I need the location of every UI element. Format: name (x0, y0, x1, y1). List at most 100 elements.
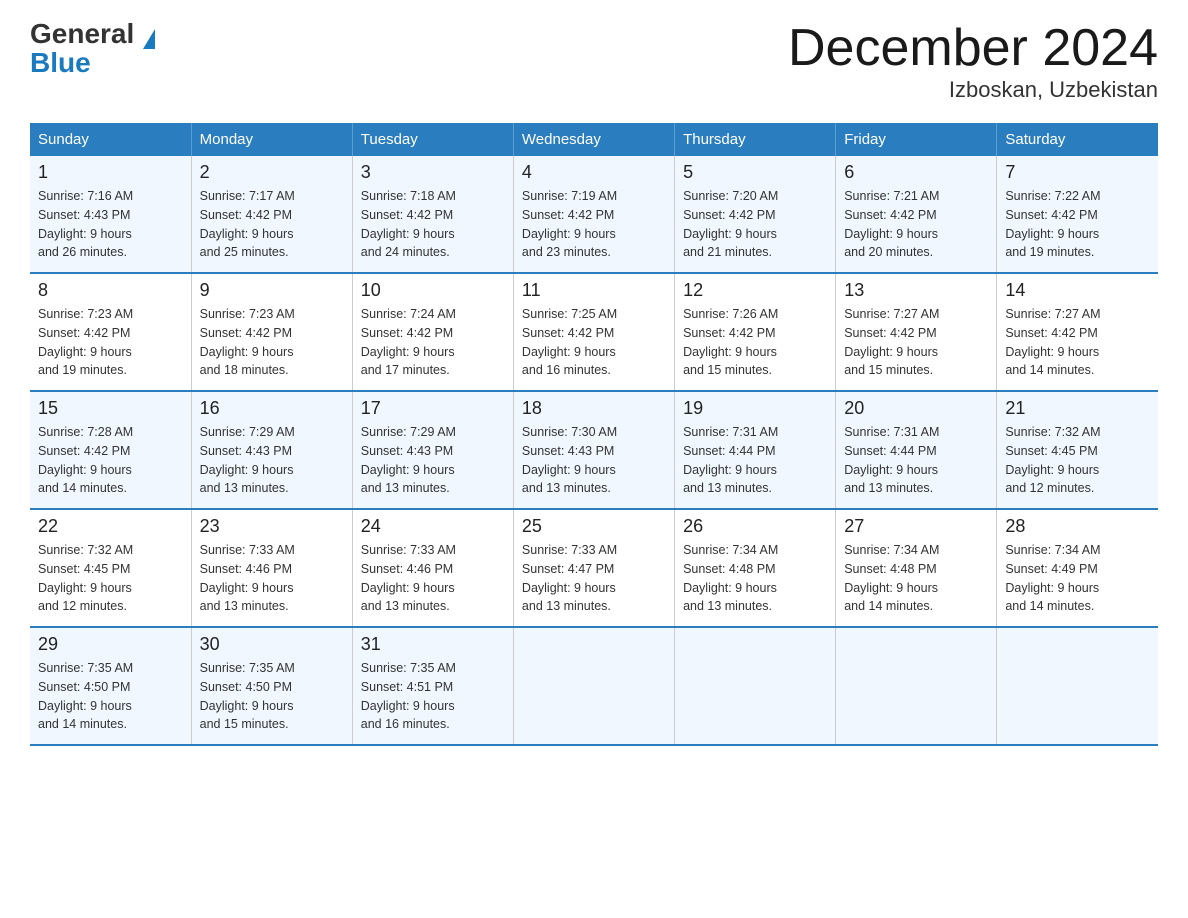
day-number: 27 (844, 516, 988, 537)
day-number: 3 (361, 162, 505, 183)
header-wednesday: Wednesday (513, 123, 674, 156)
day-info: Sunrise: 7:34 AMSunset: 4:48 PMDaylight:… (844, 541, 988, 616)
calendar-body: 1 Sunrise: 7:16 AMSunset: 4:43 PMDaylight… (30, 156, 1158, 745)
calendar-cell (675, 627, 836, 745)
calendar-cell: 25 Sunrise: 7:33 AMSunset: 4:47 PMDayligh… (513, 509, 674, 627)
calendar-cell: 17 Sunrise: 7:29 AMSunset: 4:43 PMDayligh… (352, 391, 513, 509)
day-info: Sunrise: 7:18 AMSunset: 4:42 PMDaylight:… (361, 187, 505, 262)
calendar-cell: 19Sunrise: 7:31 AMSunset: 4:44 PMDayligh… (675, 391, 836, 509)
calendar-cell: 8Sunrise: 7:23 AMSunset: 4:42 PMDaylight… (30, 273, 191, 391)
calendar-cell: 9Sunrise: 7:23 AMSunset: 4:42 PMDaylight… (191, 273, 352, 391)
calendar-cell: 13 Sunrise: 7:27 AMSunset: 4:42 PMDayligh… (836, 273, 997, 391)
calendar-cell (513, 627, 674, 745)
calendar-cell: 2Sunrise: 7:17 AMSunset: 4:42 PMDaylight… (191, 156, 352, 273)
logo-blue-text: Blue (30, 47, 91, 78)
calendar-cell: 24 Sunrise: 7:33 AMSunset: 4:46 PMDayligh… (352, 509, 513, 627)
calendar-cell: 22 Sunrise: 7:32 AMSunset: 4:45 PMDayligh… (30, 509, 191, 627)
calendar-cell: 6 Sunrise: 7:21 AMSunset: 4:42 PMDaylight… (836, 156, 997, 273)
calendar-week-row: 15Sunrise: 7:28 AMSunset: 4:42 PMDayligh… (30, 391, 1158, 509)
day-info: Sunrise: 7:27 AMSunset: 4:42 PMDaylight:… (1005, 305, 1150, 380)
day-info: Sunrise: 7:16 AMSunset: 4:43 PMDaylight:… (38, 187, 183, 262)
calendar-cell: 5 Sunrise: 7:20 AMSunset: 4:42 PMDaylight… (675, 156, 836, 273)
calendar-cell: 14 Sunrise: 7:27 AMSunset: 4:42 PMDayligh… (997, 273, 1158, 391)
header-tuesday: Tuesday (352, 123, 513, 156)
day-info: Sunrise: 7:26 AMSunset: 4:42 PMDaylight:… (683, 305, 827, 380)
page-header: General Blue December 2024 Izboskan, Uzb… (30, 20, 1158, 103)
day-info: Sunrise: 7:29 AMSunset: 4:43 PMDaylight:… (361, 423, 505, 498)
calendar-week-row: 29 Sunrise: 7:35 AMSunset: 4:50 PMDayligh… (30, 627, 1158, 745)
day-number: 10 (361, 280, 505, 301)
header-monday: Monday (191, 123, 352, 156)
header-sunday: Sunday (30, 123, 191, 156)
day-info: Sunrise: 7:24 AMSunset: 4:42 PMDaylight:… (361, 305, 505, 380)
calendar-cell: 28Sunrise: 7:34 AMSunset: 4:49 PMDayligh… (997, 509, 1158, 627)
day-number: 30 (200, 634, 344, 655)
day-number: 28 (1005, 516, 1150, 537)
day-number: 1 (38, 162, 183, 183)
day-number: 17 (361, 398, 505, 419)
day-info: Sunrise: 7:32 AMSunset: 4:45 PMDaylight:… (1005, 423, 1150, 498)
day-info: Sunrise: 7:29 AMSunset: 4:43 PMDaylight:… (200, 423, 344, 498)
header-friday: Friday (836, 123, 997, 156)
calendar-cell: 30 Sunrise: 7:35 AMSunset: 4:50 PMDayligh… (191, 627, 352, 745)
day-number: 23 (200, 516, 344, 537)
calendar-cell: 26 Sunrise: 7:34 AMSunset: 4:48 PMDayligh… (675, 509, 836, 627)
day-number: 29 (38, 634, 183, 655)
day-info: Sunrise: 7:22 AMSunset: 4:42 PMDaylight:… (1005, 187, 1150, 262)
title-area: December 2024 Izboskan, Uzbekistan (788, 20, 1158, 103)
day-info: Sunrise: 7:20 AMSunset: 4:42 PMDaylight:… (683, 187, 827, 262)
day-info: Sunrise: 7:25 AMSunset: 4:42 PMDaylight:… (522, 305, 666, 380)
day-info: Sunrise: 7:28 AMSunset: 4:42 PMDaylight:… (38, 423, 183, 498)
logo-general-text: General (30, 18, 134, 49)
calendar-cell: 4 Sunrise: 7:19 AMSunset: 4:42 PMDaylight… (513, 156, 674, 273)
day-info: Sunrise: 7:32 AMSunset: 4:45 PMDaylight:… (38, 541, 183, 616)
day-number: 26 (683, 516, 827, 537)
day-number: 4 (522, 162, 666, 183)
calendar-header: Sunday Monday Tuesday Wednesday Thursday… (30, 123, 1158, 156)
day-number: 7 (1005, 162, 1150, 183)
month-title: December 2024 (788, 20, 1158, 77)
calendar-cell: 10 Sunrise: 7:24 AMSunset: 4:42 PMDayligh… (352, 273, 513, 391)
day-number: 20 (844, 398, 988, 419)
calendar-cell: 31 Sunrise: 7:35 AMSunset: 4:51 PMDayligh… (352, 627, 513, 745)
location-label: Izboskan, Uzbekistan (788, 77, 1158, 103)
day-info: Sunrise: 7:35 AMSunset: 4:50 PMDaylight:… (200, 659, 344, 734)
day-number: 14 (1005, 280, 1150, 301)
day-number: 13 (844, 280, 988, 301)
day-number: 22 (38, 516, 183, 537)
calendar-week-row: 22 Sunrise: 7:32 AMSunset: 4:45 PMDayligh… (30, 509, 1158, 627)
day-info: Sunrise: 7:31 AMSunset: 4:44 PMDaylight:… (683, 423, 827, 498)
logo-arrow-icon (143, 29, 155, 49)
day-info: Sunrise: 7:17 AMSunset: 4:42 PMDaylight:… (200, 187, 344, 262)
day-number: 8 (38, 280, 183, 301)
day-info: Sunrise: 7:19 AMSunset: 4:42 PMDaylight:… (522, 187, 666, 262)
day-info: Sunrise: 7:33 AMSunset: 4:47 PMDaylight:… (522, 541, 666, 616)
day-number: 16 (200, 398, 344, 419)
day-number: 24 (361, 516, 505, 537)
calendar-week-row: 8Sunrise: 7:23 AMSunset: 4:42 PMDaylight… (30, 273, 1158, 391)
calendar-cell: 18Sunrise: 7:30 AMSunset: 4:43 PMDayligh… (513, 391, 674, 509)
calendar-cell: 21 Sunrise: 7:32 AMSunset: 4:45 PMDayligh… (997, 391, 1158, 509)
calendar-cell: 1 Sunrise: 7:16 AMSunset: 4:43 PMDaylight… (30, 156, 191, 273)
day-info: Sunrise: 7:27 AMSunset: 4:42 PMDaylight:… (844, 305, 988, 380)
header-saturday: Saturday (997, 123, 1158, 156)
day-number: 21 (1005, 398, 1150, 419)
day-info: Sunrise: 7:33 AMSunset: 4:46 PMDaylight:… (361, 541, 505, 616)
calendar-cell: 29 Sunrise: 7:35 AMSunset: 4:50 PMDayligh… (30, 627, 191, 745)
calendar-cell: 15Sunrise: 7:28 AMSunset: 4:42 PMDayligh… (30, 391, 191, 509)
day-number: 31 (361, 634, 505, 655)
day-number: 25 (522, 516, 666, 537)
calendar-week-row: 1 Sunrise: 7:16 AMSunset: 4:43 PMDaylight… (30, 156, 1158, 273)
logo: General Blue (30, 20, 157, 77)
calendar-table: Sunday Monday Tuesday Wednesday Thursday… (30, 123, 1158, 746)
day-info: Sunrise: 7:21 AMSunset: 4:42 PMDaylight:… (844, 187, 988, 262)
day-info: Sunrise: 7:31 AMSunset: 4:44 PMDaylight:… (844, 423, 988, 498)
day-number: 6 (844, 162, 988, 183)
calendar-cell: 23Sunrise: 7:33 AMSunset: 4:46 PMDayligh… (191, 509, 352, 627)
calendar-cell (997, 627, 1158, 745)
day-info: Sunrise: 7:35 AMSunset: 4:50 PMDaylight:… (38, 659, 183, 734)
day-number: 11 (522, 280, 666, 301)
day-info: Sunrise: 7:35 AMSunset: 4:51 PMDaylight:… (361, 659, 505, 734)
day-info: Sunrise: 7:34 AMSunset: 4:48 PMDaylight:… (683, 541, 827, 616)
day-number: 5 (683, 162, 827, 183)
